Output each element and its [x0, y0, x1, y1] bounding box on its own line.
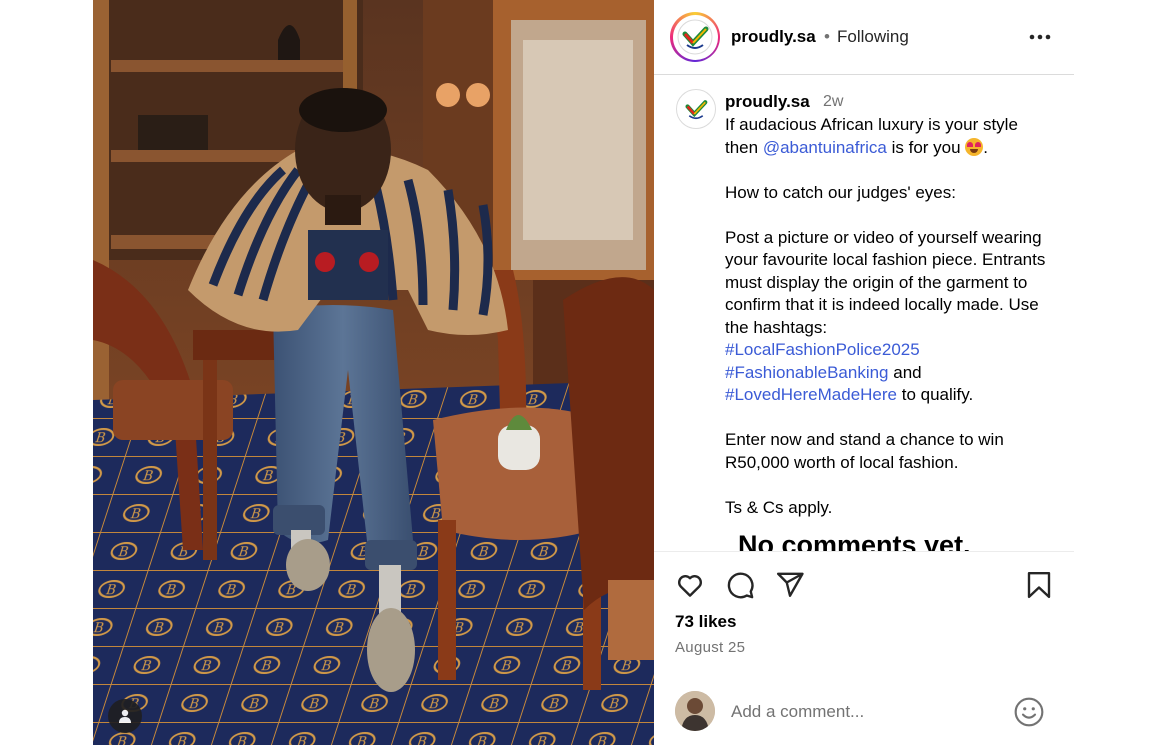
- heart-eyes-emoji-icon: [965, 137, 984, 156]
- caption-paragraph-4: Enter now and stand a chance to win R50,…: [725, 430, 1004, 472]
- hashtag-link[interactable]: #LocalFashionPolice2025: [725, 340, 920, 359]
- caption-text: If audacious African luxury is your styl…: [725, 114, 1055, 519]
- caption-timestamp[interactable]: 2w: [823, 93, 843, 111]
- caption-and: and: [888, 362, 922, 382]
- comment-input[interactable]: [731, 699, 1001, 725]
- current-user-avatar: [675, 691, 715, 731]
- author-avatar[interactable]: [670, 12, 720, 62]
- caption-scroll-area[interactable]: proudly.sa 2w If audacious African luxur…: [654, 76, 1074, 552]
- more-options-icon: [1029, 34, 1051, 40]
- separator-dot: •: [824, 27, 830, 46]
- post-photo[interactable]: B: [93, 0, 654, 745]
- caption-intro-tail: .: [983, 137, 989, 157]
- post-header: proudly.sa • Following: [654, 0, 1074, 75]
- brand-logo-icon: [681, 94, 711, 124]
- likes-count[interactable]: 73 likes: [675, 612, 736, 632]
- tagged-users-button[interactable]: [108, 699, 142, 733]
- heart-icon[interactable]: [675, 570, 705, 600]
- hashtag-link[interactable]: #LovedHereMadeHere: [725, 385, 897, 404]
- caption-paragraph-2: How to catch our judges' eyes:: [725, 182, 956, 202]
- caption-paragraph-1: If audacious African luxury is your styl…: [725, 114, 1055, 159]
- author-username[interactable]: proudly.sa: [731, 27, 816, 47]
- more-options-button[interactable]: [1026, 25, 1054, 49]
- post-actions: 73 likes August 25: [654, 551, 1074, 745]
- smiley-icon[interactable]: [1013, 696, 1045, 728]
- brand-logo-icon: [677, 19, 713, 55]
- share-icon[interactable]: [775, 570, 805, 600]
- caption-paragraph-3: Post a picture or video of yourself wear…: [725, 227, 1055, 407]
- caption-qualify: to qualify.: [897, 385, 974, 404]
- no-comments-heading: No comments yet.: [738, 530, 971, 552]
- caption-intro-end: is for you: [886, 137, 966, 157]
- caption-paragraph-5: Ts & Cs apply.: [725, 497, 833, 517]
- caption-author-avatar[interactable]: [676, 89, 716, 129]
- person-icon: [119, 709, 131, 723]
- following-button[interactable]: Following: [837, 27, 909, 47]
- caption-author-username[interactable]: proudly.sa: [725, 92, 810, 112]
- comment-icon[interactable]: [725, 570, 755, 600]
- mention-link[interactable]: @abantuinafrica: [763, 138, 887, 157]
- hashtag-link[interactable]: #FashionableBanking: [725, 363, 889, 382]
- post-date[interactable]: August 25: [675, 639, 745, 656]
- caption-instructions: Post a picture or video of yourself wear…: [725, 227, 1046, 337]
- post-details-panel: proudly.sa • Following proudly.sa 2w If …: [654, 0, 1074, 745]
- bookmark-icon[interactable]: [1024, 570, 1054, 600]
